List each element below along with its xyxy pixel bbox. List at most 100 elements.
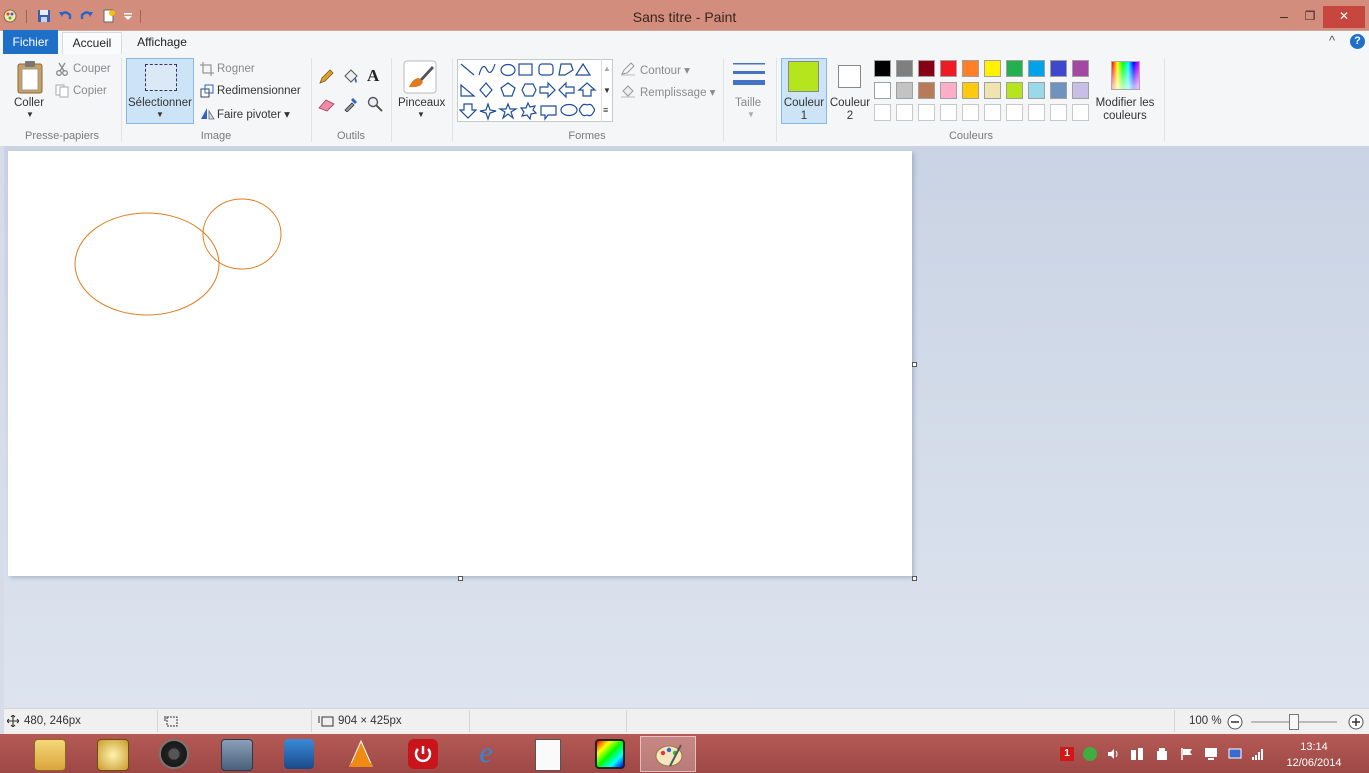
palette-swatch[interactable] <box>918 82 935 99</box>
tray-info-icon[interactable] <box>1083 747 1097 761</box>
taskbar-color-app[interactable] <box>583 736 635 772</box>
palette-swatch[interactable] <box>1072 60 1089 77</box>
resize-handle-bottom[interactable] <box>458 576 463 581</box>
shapes-scroll-up[interactable]: ▲ <box>603 64 611 73</box>
taskbar-power-app[interactable] <box>396 736 448 772</box>
color2-label[interactable]: Couleur 2 <box>827 97 873 123</box>
size-button[interactable]: Taille <box>735 97 761 109</box>
custom-color-slot[interactable] <box>1028 104 1045 121</box>
palette-swatch[interactable] <box>1006 82 1023 99</box>
magnifier-icon[interactable] <box>367 96 383 112</box>
custom-color-slot[interactable] <box>1072 104 1089 121</box>
tray-signal-icon[interactable] <box>1251 747 1265 761</box>
copy-icon <box>55 84 69 98</box>
rotate-button[interactable]: Faire pivoter ▾ <box>217 107 290 121</box>
palette-swatch[interactable] <box>896 82 913 99</box>
palette-swatch[interactable] <box>874 82 891 99</box>
restore-button[interactable]: ❐ <box>1296 6 1324 28</box>
custom-color-slot[interactable] <box>940 104 957 121</box>
shapes-gallery-icons[interactable] <box>459 61 599 121</box>
tab-file[interactable]: Fichier <box>3 30 58 54</box>
palette-swatch[interactable] <box>1028 60 1045 77</box>
palette-swatch[interactable] <box>940 60 957 77</box>
tray-flag-icon[interactable] <box>1180 747 1194 761</box>
resize-handle-corner[interactable] <box>912 576 917 581</box>
resize-handle-right[interactable] <box>912 362 917 367</box>
pencil-icon[interactable] <box>318 69 334 85</box>
taskbar-speaker-app[interactable] <box>147 736 199 772</box>
paste-button[interactable]: Coller <box>14 97 44 109</box>
tray-notification-icon[interactable]: 1 <box>1060 747 1074 761</box>
palette-swatch[interactable] <box>940 82 957 99</box>
fill-bucket-icon[interactable] <box>342 68 359 85</box>
brushes-button[interactable]: Pinceaux <box>398 97 445 109</box>
palette-swatch[interactable] <box>1006 60 1023 77</box>
tab-home[interactable]: Accueil <box>62 32 122 55</box>
custom-color-slot[interactable] <box>874 104 891 121</box>
custom-color-slot[interactable] <box>1006 104 1023 121</box>
palette-swatch[interactable] <box>874 60 891 77</box>
palette-swatch[interactable] <box>962 60 979 77</box>
tray-display-icon[interactable] <box>1228 747 1242 761</box>
taskbar-file-explorer[interactable] <box>22 736 74 772</box>
taskbar-app-gold[interactable] <box>85 736 137 772</box>
zoom-slider-thumb[interactable] <box>1289 714 1299 730</box>
palette-swatch[interactable] <box>918 60 935 77</box>
copy-button[interactable]: Copier <box>73 85 107 97</box>
shapes-expand[interactable]: ≡ <box>603 105 608 115</box>
paste-icon[interactable] <box>16 60 44 94</box>
custom-color-slot[interactable] <box>918 104 935 121</box>
drawn-ellipse[interactable] <box>74 212 220 316</box>
tray-monitor-icon[interactable] <box>1204 747 1218 761</box>
drawn-circle[interactable] <box>202 198 282 270</box>
resize-button[interactable]: Redimensionner <box>217 85 301 97</box>
palette-swatch[interactable] <box>1050 60 1067 77</box>
cut-button[interactable]: Couper <box>73 63 111 75</box>
palette-swatch[interactable] <box>984 82 1001 99</box>
crop-button[interactable]: Rogner <box>217 63 255 75</box>
tab-view[interactable]: Affichage <box>127 30 197 54</box>
brushes-icon[interactable] <box>403 60 437 94</box>
fill-button[interactable]: Remplissage ▾ <box>640 85 715 99</box>
close-button[interactable]: ✕ <box>1323 6 1365 28</box>
help-button[interactable]: ? <box>1350 34 1365 49</box>
select-dropdown-arrow[interactable]: ▼ <box>156 110 164 119</box>
drawing-canvas[interactable] <box>8 151 912 576</box>
custom-color-slot[interactable] <box>1050 104 1067 121</box>
zoom-in-button[interactable] <box>1348 714 1364 730</box>
taskbar-paint[interactable] <box>640 736 696 772</box>
tray-network-icon[interactable] <box>1130 747 1144 761</box>
edit-colors-button[interactable]: Modifier les couleurs <box>1092 97 1158 123</box>
tray-volume-icon[interactable] <box>1106 747 1120 761</box>
line-size-icon[interactable] <box>732 61 766 91</box>
collapse-ribbon-button[interactable]: ^ <box>1329 33 1343 48</box>
shapes-scroll-down[interactable]: ▼ <box>603 86 611 95</box>
palette-swatch[interactable] <box>1050 82 1067 99</box>
outline-button[interactable]: Contour ▾ <box>640 63 690 77</box>
taskbar-vlc[interactable] <box>334 736 386 772</box>
clock-date[interactable]: 12/06/2014 <box>1282 757 1346 769</box>
palette-swatch[interactable] <box>962 82 979 99</box>
color-picker-icon[interactable] <box>343 96 359 112</box>
paste-dropdown-arrow[interactable]: ▼ <box>26 110 34 119</box>
taskbar-document[interactable] <box>521 736 573 772</box>
tray-device-icon[interactable] <box>1155 747 1169 761</box>
palette-swatch[interactable] <box>1072 82 1089 99</box>
taskbar-doc-app[interactable] <box>209 736 261 772</box>
eraser-icon[interactable] <box>318 97 335 112</box>
taskbar-internet-explorer[interactable]: e <box>459 736 511 772</box>
custom-color-slot[interactable] <box>984 104 1001 121</box>
custom-color-slot[interactable] <box>896 104 913 121</box>
clock-time[interactable]: 13:14 <box>1282 741 1346 753</box>
brushes-dropdown-arrow[interactable]: ▼ <box>417 110 425 119</box>
palette-swatch[interactable] <box>1028 82 1045 99</box>
color2-swatch[interactable] <box>838 65 861 88</box>
size-dropdown-arrow[interactable]: ▼ <box>747 110 755 119</box>
zoom-out-button[interactable] <box>1227 714 1243 730</box>
palette-swatch[interactable] <box>896 60 913 77</box>
taskbar-editor-app[interactable] <box>272 736 324 772</box>
minimize-button[interactable]: – <box>1270 6 1298 28</box>
custom-color-slot[interactable] <box>962 104 979 121</box>
palette-swatch[interactable] <box>984 60 1001 77</box>
text-tool-icon[interactable]: A <box>367 66 379 86</box>
